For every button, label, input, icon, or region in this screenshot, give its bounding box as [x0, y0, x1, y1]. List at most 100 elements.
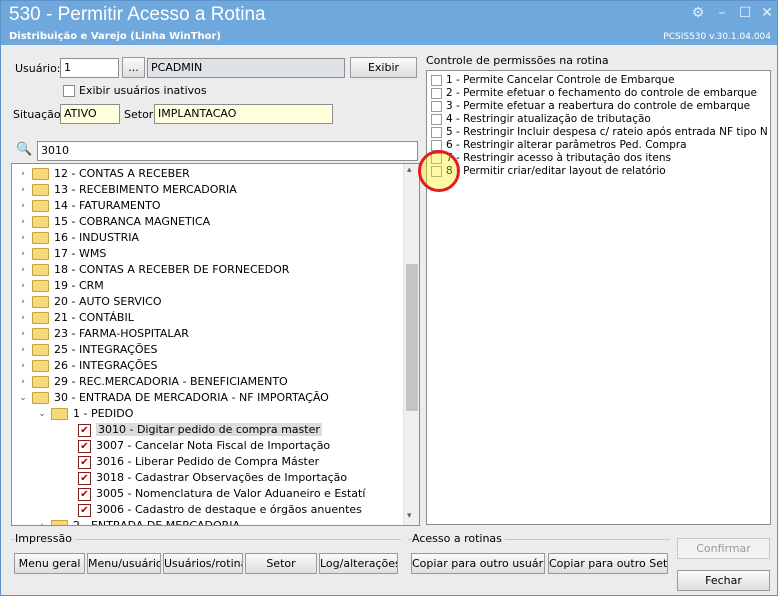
- tree-item-label: 17 - WMS: [54, 247, 107, 260]
- confirmar-button[interactable]: Confirmar: [677, 538, 770, 559]
- expand-icon[interactable]: ›: [18, 310, 28, 326]
- setor-button[interactable]: Setor: [245, 553, 317, 574]
- permission-checkbox[interactable]: [431, 101, 442, 112]
- menu-geral-button[interactable]: Menu geral: [14, 553, 85, 574]
- search-icon: 🔍: [16, 142, 33, 157]
- settings-icon[interactable]: ⚙: [687, 4, 709, 22]
- tree-item-label: 19 - CRM: [54, 279, 104, 292]
- expand-icon[interactable]: ›: [18, 230, 28, 246]
- permission-label: 6 - Restringir alterar parâmetros Ped. C…: [446, 139, 687, 151]
- scrollbar-thumb[interactable]: [406, 264, 418, 411]
- tree-item-label: 3016 - Liberar Pedido de Compra Máster: [96, 455, 320, 468]
- tree-row[interactable]: ✔ 3005 - Nomenclatura de Valor Aduaneiro …: [12, 486, 404, 502]
- tree-item-label: 1 - PEDIDO: [73, 407, 134, 420]
- routine-checkbox[interactable]: ✔: [78, 472, 91, 485]
- tree-row[interactable]: › 15 - COBRANCA MAGNETICA: [12, 214, 404, 230]
- tree-row[interactable]: › 18 - CONTAS A RECEBER DE FORNECEDOR: [12, 262, 404, 278]
- window-subtitle: Distribuição e Varejo (Linha WinThor): [9, 31, 221, 42]
- expand-icon[interactable]: ›: [18, 278, 28, 294]
- tree-row[interactable]: › 29 - REC.MERCADORIA - BENEFICIAMENTO: [12, 374, 404, 390]
- folder-icon: [51, 520, 68, 525]
- collapse-icon[interactable]: ⌄: [18, 390, 28, 406]
- expand-icon[interactable]: ›: [18, 214, 28, 230]
- permission-checkbox[interactable]: [431, 114, 442, 125]
- expand-icon[interactable]: ›: [18, 182, 28, 198]
- permission-checkbox[interactable]: [431, 88, 442, 99]
- expand-icon[interactable]: ›: [18, 342, 28, 358]
- tree-item-label: 26 - INTEGRAÇÕES: [54, 359, 158, 372]
- fechar-button[interactable]: Fechar: [677, 570, 770, 591]
- exibir-inativos-checkbox[interactable]: [63, 85, 75, 97]
- folder-icon: [51, 408, 68, 420]
- routine-tree[interactable]: › 12 - CONTAS A RECEBER › 13 - RECEBIMENTO …: [11, 163, 420, 526]
- scroll-up-icon[interactable]: ▴: [407, 165, 412, 175]
- tree-scrollbar[interactable]: ▴ ▾: [403, 164, 419, 525]
- routine-checkbox[interactable]: ✔: [78, 424, 91, 437]
- permission-checkbox[interactable]: [431, 75, 442, 86]
- version-label: PCSIS530 v.30.1.04.004: [663, 32, 771, 42]
- usuarios-rotina-button[interactable]: Usuários/rotina: [163, 553, 243, 574]
- tree-row[interactable]: ⌄ 1 - PEDIDO: [12, 406, 404, 422]
- menu-usuario-button[interactable]: Menu/usuário: [87, 553, 161, 574]
- tree-row[interactable]: ⌄ 30 - ENTRADA DE MERCADORIA - NF IMPORTA…: [12, 390, 404, 406]
- folder-icon: [32, 360, 49, 372]
- search-input[interactable]: 3010: [37, 141, 418, 161]
- acesso-title: Acesso a rotinas: [412, 532, 505, 545]
- permission-label: 2 - Permite efetuar o fechamento do cont…: [446, 87, 758, 99]
- usuario-code-field[interactable]: 1: [60, 58, 119, 78]
- tree-item-label: 14 - FATURAMENTO: [54, 199, 161, 212]
- tree-row[interactable]: › 19 - CRM: [12, 278, 404, 294]
- tree-row[interactable]: › 14 - FATURAMENTO: [12, 198, 404, 214]
- tree-row[interactable]: › 2 - ENTRADA DE MERCADORIA: [12, 518, 404, 525]
- browse-user-button[interactable]: ...: [122, 57, 145, 78]
- situacao-label: Situação:: [13, 108, 65, 121]
- expand-icon[interactable]: ›: [18, 246, 28, 262]
- expand-icon[interactable]: ›: [18, 358, 28, 374]
- copy-user-button[interactable]: Copiar para outro usuário: [411, 553, 545, 574]
- tree-row[interactable]: › 12 - CONTAS A RECEBER: [12, 166, 404, 182]
- tree-row[interactable]: › 25 - INTEGRAÇÕES: [12, 342, 404, 358]
- expand-icon[interactable]: ›: [18, 374, 28, 390]
- tree-row[interactable]: ✔ 3016 - Liberar Pedido de Compra Máster: [12, 454, 404, 470]
- copy-setor-button[interactable]: Copiar para outro Setor: [548, 553, 668, 574]
- tree-row[interactable]: › 13 - RECEBIMENTO MERCADORIA: [12, 182, 404, 198]
- routine-checkbox[interactable]: ✔: [78, 504, 91, 517]
- exibir-button[interactable]: Exibir: [350, 57, 417, 78]
- tree-row[interactable]: › 23 - FARMA-HOSPITALAR: [12, 326, 404, 342]
- permission-label: 7 - Restringir acesso à tributação dos i…: [446, 152, 671, 164]
- expand-icon[interactable]: ›: [18, 326, 28, 342]
- minimize-icon[interactable]: –: [711, 4, 733, 22]
- tree-item-label: 15 - COBRANCA MAGNETICA: [54, 215, 211, 228]
- routine-checkbox[interactable]: ✔: [78, 488, 91, 501]
- permissions-list[interactable]: 1 - Permite Cancelar Controle de Embarqu…: [426, 70, 771, 525]
- tree-row[interactable]: › 21 - CONTÁBIL: [12, 310, 404, 326]
- close-icon[interactable]: ✕: [756, 4, 777, 22]
- highlight-circle: [418, 150, 460, 192]
- tree-item-label: 21 - CONTÁBIL: [54, 311, 134, 324]
- routine-checkbox[interactable]: ✔: [78, 456, 91, 469]
- tree-row[interactable]: › 20 - AUTO SERVICO: [12, 294, 404, 310]
- expand-icon[interactable]: ›: [18, 198, 28, 214]
- expand-icon[interactable]: ›: [18, 294, 28, 310]
- tree-row[interactable]: › 16 - INDUSTRIA: [12, 230, 404, 246]
- tree-row[interactable]: ✔ 3010 - Digitar pedido de compra master: [12, 422, 404, 438]
- tree-row[interactable]: › 26 - INTEGRAÇÕES: [12, 358, 404, 374]
- collapse-icon[interactable]: ⌄: [37, 406, 47, 422]
- tree-row[interactable]: › 17 - WMS: [12, 246, 404, 262]
- tree-row[interactable]: ✔ 3007 - Cancelar Nota Fiscal de Importaç…: [12, 438, 404, 454]
- permission-checkbox[interactable]: [431, 127, 442, 138]
- log-alteracoes-button[interactable]: Log/alterações: [319, 553, 398, 574]
- expand-icon[interactable]: ›: [18, 262, 28, 278]
- expand-icon[interactable]: ›: [37, 518, 47, 525]
- folder-icon: [32, 200, 49, 212]
- situacao-field: ATIVO: [60, 104, 120, 124]
- maximize-icon[interactable]: ☐: [734, 4, 756, 22]
- scroll-down-icon[interactable]: ▾: [407, 511, 412, 521]
- tree-row[interactable]: ✔ 3018 - Cadastrar Observações de Importa…: [12, 470, 404, 486]
- expand-icon[interactable]: ›: [18, 166, 28, 182]
- permissions-title: Controle de permissões na rotina: [426, 54, 609, 67]
- usuario-name-field: PCADMIN: [147, 58, 345, 78]
- permission-label: 8 - Permitir criar/editar layout de rela…: [446, 165, 666, 177]
- tree-row[interactable]: ✔ 3006 - Cadastro de destaque e órgãos an…: [12, 502, 404, 518]
- routine-checkbox[interactable]: ✔: [78, 440, 91, 453]
